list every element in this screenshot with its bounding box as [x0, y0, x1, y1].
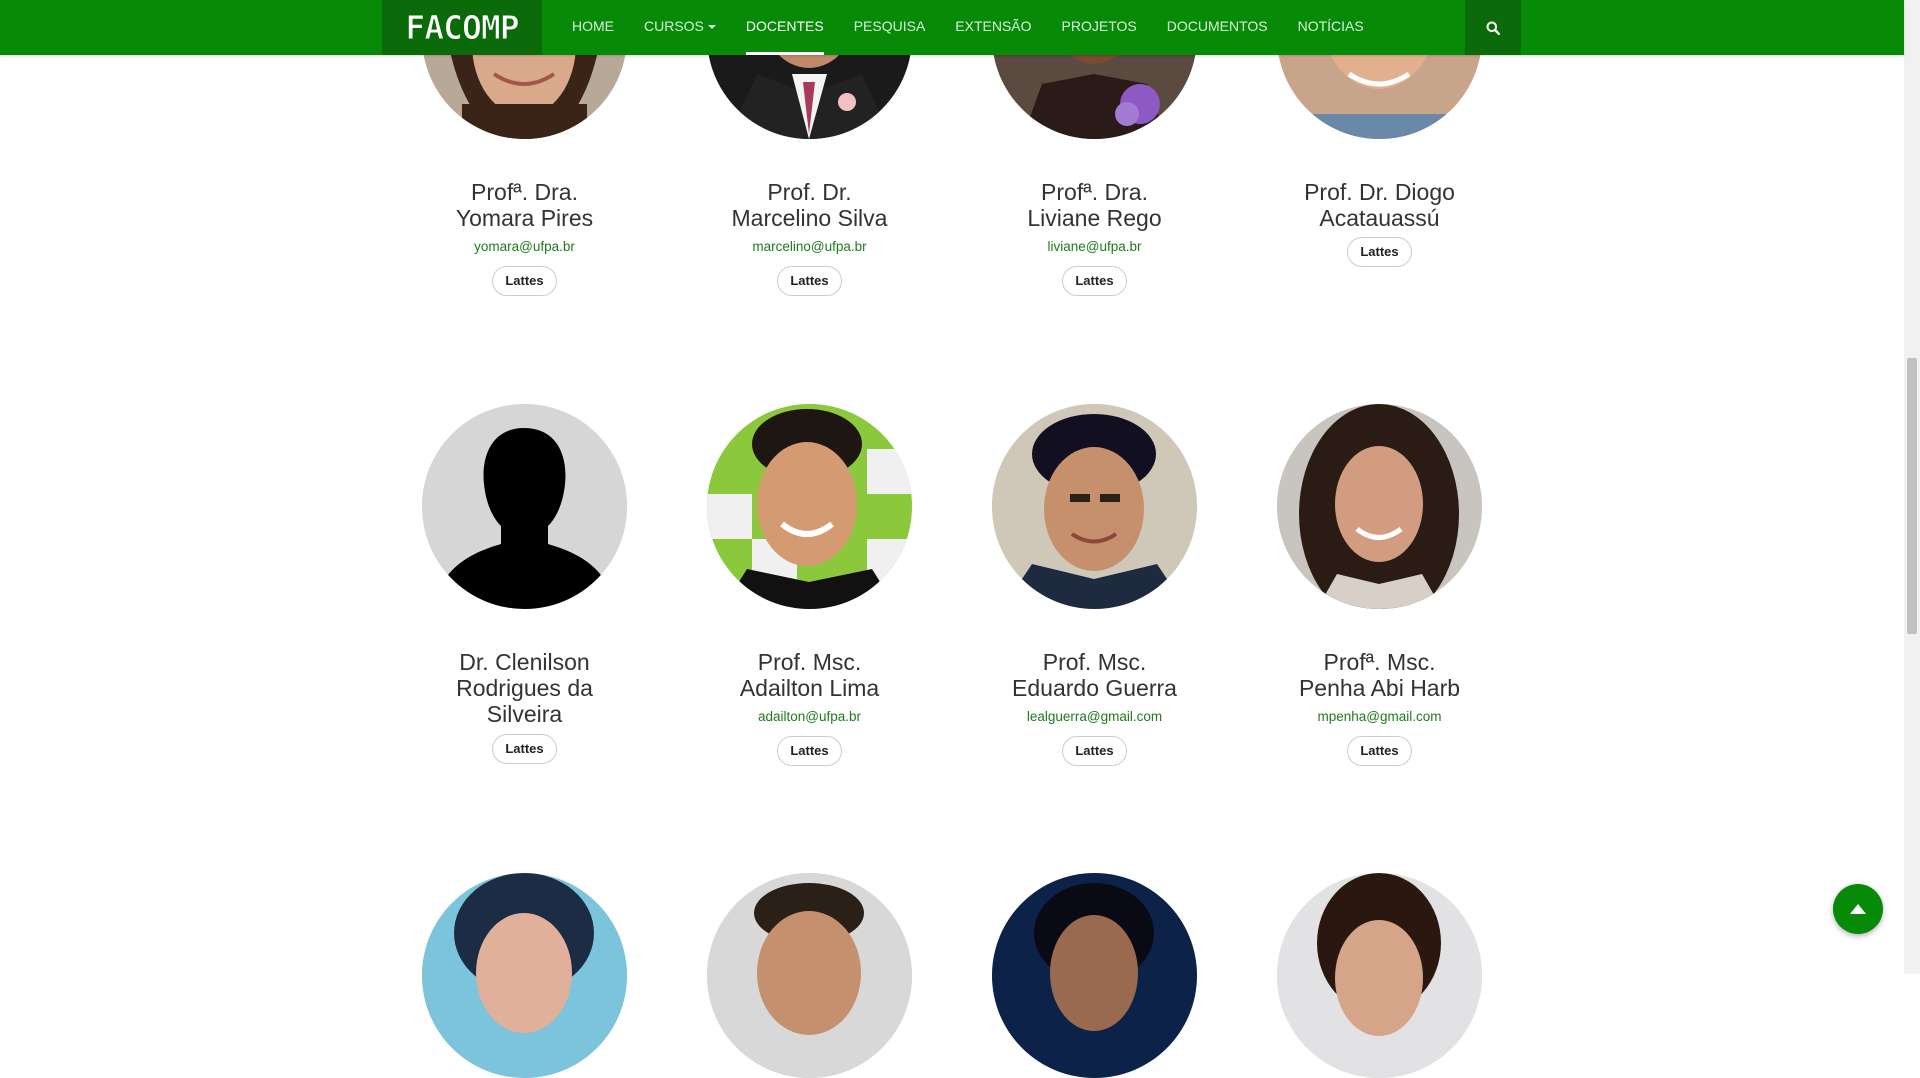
faculty-name: Prof. Msc. Eduardo Guerra [1012, 649, 1177, 701]
faculty-card: Prof. Msc. Eduardo Guerra lealguerra@gmai… [952, 649, 1237, 766]
lattes-button[interactable]: Lattes [1062, 736, 1127, 766]
faculty-name: Dr. Clenilson Rodrigues da Silveira [456, 649, 593, 727]
faculty-name: Profª. Msc. Penha Abi Harb [1298, 649, 1461, 701]
site-logo[interactable]: FACOMP [382, 0, 542, 55]
faculty-card: Prof. Msc. Adailton Lima adailton@ufpa.br… [667, 649, 952, 766]
back-to-top-button[interactable] [1833, 884, 1883, 934]
faculty-email[interactable]: liviane@ufpa.br [952, 239, 1237, 255]
avatar [1277, 404, 1482, 609]
logo-text: FACOMP [405, 8, 520, 48]
nav-item-projetos[interactable]: PROJETOS [1047, 0, 1152, 55]
nav-item-docentes[interactable]: DOCENTES [731, 0, 839, 55]
faculty-name: Profª. Dra. Liviane Rego [1027, 179, 1162, 231]
avatar [992, 404, 1197, 609]
faculty-card: Prof. Dr. Marcelino Silva marcelino@ufpa.… [667, 179, 952, 296]
lattes-button[interactable]: Lattes [777, 266, 842, 296]
lattes-button[interactable]: Lattes [492, 266, 557, 296]
top-navbar: FACOMP HOME CURSOS DOCENTES PESQUISA EXT… [0, 0, 1904, 55]
faculty-card: Prof. Dr. Diogo Acatauassú Lattes [1237, 179, 1522, 267]
main-nav: HOME CURSOS DOCENTES PESQUISA EXTENSÃO P… [557, 0, 1379, 55]
person-silhouette-icon [422, 404, 627, 609]
avatar [422, 873, 627, 1078]
scrollbar-thumb[interactable] [1907, 358, 1917, 634]
search-button[interactable] [1465, 0, 1521, 55]
arrow-up-icon [1850, 904, 1866, 914]
faculty-name: Prof. Dr. Marcelino Silva [731, 179, 888, 231]
faculty-email[interactable]: adailton@ufpa.br [667, 709, 952, 725]
avatar [422, 404, 627, 609]
faculty-email[interactable]: mpenha@gmail.com [1237, 709, 1522, 725]
faculty-card: Profª. Msc. Penha Abi Harb mpenha@gmail.c… [1237, 649, 1522, 766]
page-scrollbar[interactable] [1904, 0, 1920, 974]
lattes-button[interactable]: Lattes [777, 736, 842, 766]
faculty-card: Profª. Dra. Liviane Rego liviane@ufpa.br … [952, 179, 1237, 296]
faculty-card: Dr. Clenilson Rodrigues da Silveira Lattes [382, 649, 667, 764]
faculty-name: Prof. Msc. Adailton Lima [739, 649, 880, 701]
nav-item-extensao[interactable]: EXTENSÃO [940, 0, 1046, 55]
lattes-button[interactable]: Lattes [1062, 266, 1127, 296]
nav-item-documentos[interactable]: DOCUMENTOS [1152, 0, 1283, 55]
avatar [992, 873, 1197, 1078]
avatar [1277, 873, 1482, 1078]
faculty-name: Profª. Dra. Yomara Pires [455, 179, 594, 231]
nav-item-cursos[interactable]: CURSOS [629, 0, 731, 55]
lattes-button[interactable]: Lattes [1347, 237, 1412, 267]
faculty-card: Profª. Dra. Yomara Pires yomara@ufpa.br L… [382, 179, 667, 296]
nav-item-pesquisa[interactable]: PESQUISA [839, 0, 941, 55]
avatar [707, 873, 912, 1078]
avatar [707, 404, 912, 609]
search-icon [1486, 21, 1500, 35]
lattes-button[interactable]: Lattes [492, 734, 557, 764]
faculty-email[interactable]: lealguerra@gmail.com [952, 709, 1237, 725]
caret-down-icon [707, 25, 716, 30]
faculty-email[interactable]: yomara@ufpa.br [382, 239, 667, 255]
faculty-name: Prof. Dr. Diogo Acatauassú [1304, 179, 1455, 231]
faculty-email[interactable]: marcelino@ufpa.br [667, 239, 952, 255]
nav-item-home[interactable]: HOME [557, 0, 629, 55]
lattes-button[interactable]: Lattes [1347, 736, 1412, 766]
nav-item-noticias[interactable]: NOTÍCIAS [1283, 0, 1379, 55]
